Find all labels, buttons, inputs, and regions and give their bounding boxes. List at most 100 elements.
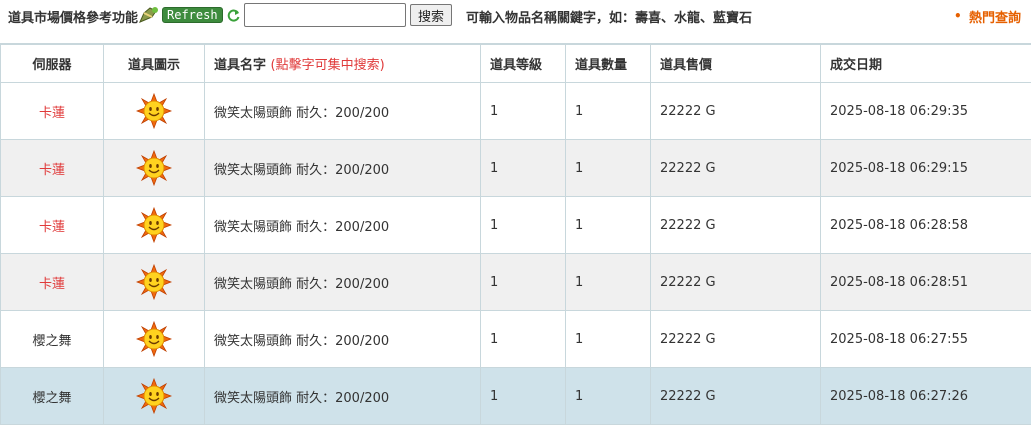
cell-level: 1 <box>490 331 499 347</box>
table-row: 卡蓮 微笑太陽頭飾 耐久：200/200 1 1 22222 G 2025-08… <box>0 253 1031 311</box>
item-price: 22222 G <box>650 367 821 425</box>
price-table: 伺服器 道具圖示 道具名字 (點擊字可集中搜索) 道具等級 道具數量 道具售價 … <box>0 43 1031 425</box>
table-row: 櫻之舞 微笑太陽頭飾 耐久：200/200 1 1 22222 G 2025-0… <box>0 367 1031 425</box>
item-level: 1 <box>480 82 566 140</box>
hot-search-link[interactable]: 熱門查詢 <box>969 7 1021 26</box>
cell-quantity: 1 <box>575 388 584 404</box>
cell-quantity: 1 <box>575 217 584 233</box>
cell-level: 1 <box>490 274 499 290</box>
cell-date: 2025-08-18 06:28:58 <box>830 217 969 233</box>
item-icon-cell <box>103 367 205 425</box>
header-quantity[interactable]: 道具數量 <box>565 43 651 83</box>
cell-name[interactable]: 微笑太陽頭飾 耐久：200/200 <box>214 391 389 406</box>
table-row: 卡蓮 微笑太陽頭飾 耐久：200/200 1 1 22222 G 2025-08… <box>0 82 1031 140</box>
trade-date: 2025-08-18 06:29:15 <box>820 139 1031 197</box>
search-button[interactable]: 搜索 <box>410 4 452 26</box>
cell-level: 1 <box>490 160 499 176</box>
item-quantity: 1 <box>565 253 651 311</box>
item-name[interactable]: 微笑太陽頭飾 耐久：200/200 <box>204 253 481 311</box>
item-quantity: 1 <box>565 82 651 140</box>
sun-icon <box>135 377 173 415</box>
cell-level: 1 <box>490 103 499 119</box>
cell-price: 22222 G <box>660 160 716 176</box>
item-level: 1 <box>480 196 566 254</box>
cell-name[interactable]: 微笑太陽頭飾 耐久：200/200 <box>214 277 389 292</box>
trade-date: 2025-08-18 06:27:26 <box>820 367 1031 425</box>
cell-server[interactable]: 櫻之舞 <box>32 391 71 406</box>
sun-icon <box>135 263 173 301</box>
refresh-button[interactable]: Refresh <box>162 7 223 23</box>
cell-server[interactable]: 卡蓮 <box>39 106 65 121</box>
item-price: 22222 G <box>650 253 821 311</box>
item-price: 22222 G <box>650 310 821 368</box>
item-quantity: 1 <box>565 310 651 368</box>
cell-quantity: 1 <box>575 103 584 119</box>
cell-server[interactable]: 卡蓮 <box>39 163 65 178</box>
cell-name[interactable]: 微笑太陽頭飾 耐久：200/200 <box>214 106 389 121</box>
item-name[interactable]: 微笑太陽頭飾 耐久：200/200 <box>204 82 481 140</box>
item-name[interactable]: 微笑太陽頭飾 耐久：200/200 <box>204 310 481 368</box>
cell-name[interactable]: 微笑太陽頭飾 耐久：200/200 <box>214 163 389 178</box>
header-date[interactable]: 成交日期 <box>820 43 1031 83</box>
header-name-hint: (點擊字可集中搜索) <box>270 58 385 73</box>
item-level: 1 <box>480 139 566 197</box>
cell-quantity: 1 <box>575 331 584 347</box>
item-quantity: 1 <box>565 196 651 254</box>
item-name[interactable]: 微笑太陽頭飾 耐久：200/200 <box>204 139 481 197</box>
cell-price: 22222 G <box>660 217 716 233</box>
cell-server[interactable]: 卡蓮 <box>39 277 65 292</box>
cell-date: 2025-08-18 06:28:51 <box>830 274 969 290</box>
table-row: 卡蓮 微笑太陽頭飾 耐久：200/200 1 1 22222 G 2025-08… <box>0 196 1031 254</box>
pencil-tool-icon <box>138 5 160 25</box>
cell-price: 22222 G <box>660 274 716 290</box>
table-row: 櫻之舞 微笑太陽頭飾 耐久：200/200 1 1 22222 G 2025-0… <box>0 310 1031 368</box>
page-title: 道具市場價格參考功能 <box>8 11 139 26</box>
header-level[interactable]: 道具等級 <box>480 43 566 83</box>
server-name[interactable]: 卡蓮 <box>0 82 104 140</box>
search-input[interactable] <box>244 3 406 27</box>
header-icon: 道具圖示 <box>103 43 205 83</box>
search-hint: 可輸入物品名稱關鍵字，如：壽喜、水龍、藍寶石 <box>466 11 753 26</box>
header-name-label: 道具名字 <box>214 58 267 73</box>
cell-date: 2025-08-18 06:29:35 <box>830 103 969 119</box>
sun-icon <box>135 149 173 187</box>
cell-server[interactable]: 櫻之舞 <box>32 334 71 349</box>
item-quantity: 1 <box>565 367 651 425</box>
cell-name[interactable]: 微笑太陽頭飾 耐久：200/200 <box>214 220 389 235</box>
item-price: 22222 G <box>650 82 821 140</box>
cell-quantity: 1 <box>575 274 584 290</box>
item-level: 1 <box>480 310 566 368</box>
item-icon-cell <box>103 310 205 368</box>
server-name[interactable]: 櫻之舞 <box>0 310 104 368</box>
item-icon-cell <box>103 196 205 254</box>
server-name[interactable]: 櫻之舞 <box>0 367 104 425</box>
trade-date: 2025-08-18 06:27:55 <box>820 310 1031 368</box>
header-price[interactable]: 道具售價 <box>650 43 821 83</box>
server-name[interactable]: 卡蓮 <box>0 196 104 254</box>
server-name[interactable]: 卡蓮 <box>0 139 104 197</box>
refresh-cycle-icon[interactable] <box>226 8 241 23</box>
sun-icon <box>135 92 173 130</box>
table-row: 卡蓮 微笑太陽頭飾 耐久：200/200 1 1 22222 G 2025-08… <box>0 139 1031 197</box>
cell-server[interactable]: 卡蓮 <box>39 220 65 235</box>
item-icon-cell <box>103 139 205 197</box>
cell-name[interactable]: 微笑太陽頭飾 耐久：200/200 <box>214 334 389 349</box>
header-name[interactable]: 道具名字 (點擊字可集中搜索) <box>204 43 481 83</box>
cell-level: 1 <box>490 217 499 233</box>
trade-date: 2025-08-18 06:29:35 <box>820 82 1031 140</box>
server-name[interactable]: 卡蓮 <box>0 253 104 311</box>
item-icon-cell <box>103 82 205 140</box>
header-server[interactable]: 伺服器 <box>0 43 104 83</box>
item-price: 22222 G <box>650 196 821 254</box>
cell-date: 2025-08-18 06:29:15 <box>830 160 969 176</box>
item-name[interactable]: 微笑太陽頭飾 耐久：200/200 <box>204 196 481 254</box>
item-level: 1 <box>480 367 566 425</box>
trade-date: 2025-08-18 06:28:51 <box>820 253 1031 311</box>
table-header-row: 伺服器 道具圖示 道具名字 (點擊字可集中搜索) 道具等級 道具數量 道具售價 … <box>0 43 1031 83</box>
sun-icon <box>135 206 173 244</box>
cell-date: 2025-08-18 06:27:55 <box>830 331 969 347</box>
item-name[interactable]: 微笑太陽頭飾 耐久：200/200 <box>204 367 481 425</box>
cell-price: 22222 G <box>660 331 716 347</box>
cell-price: 22222 G <box>660 103 716 119</box>
trade-date: 2025-08-18 06:28:58 <box>820 196 1031 254</box>
